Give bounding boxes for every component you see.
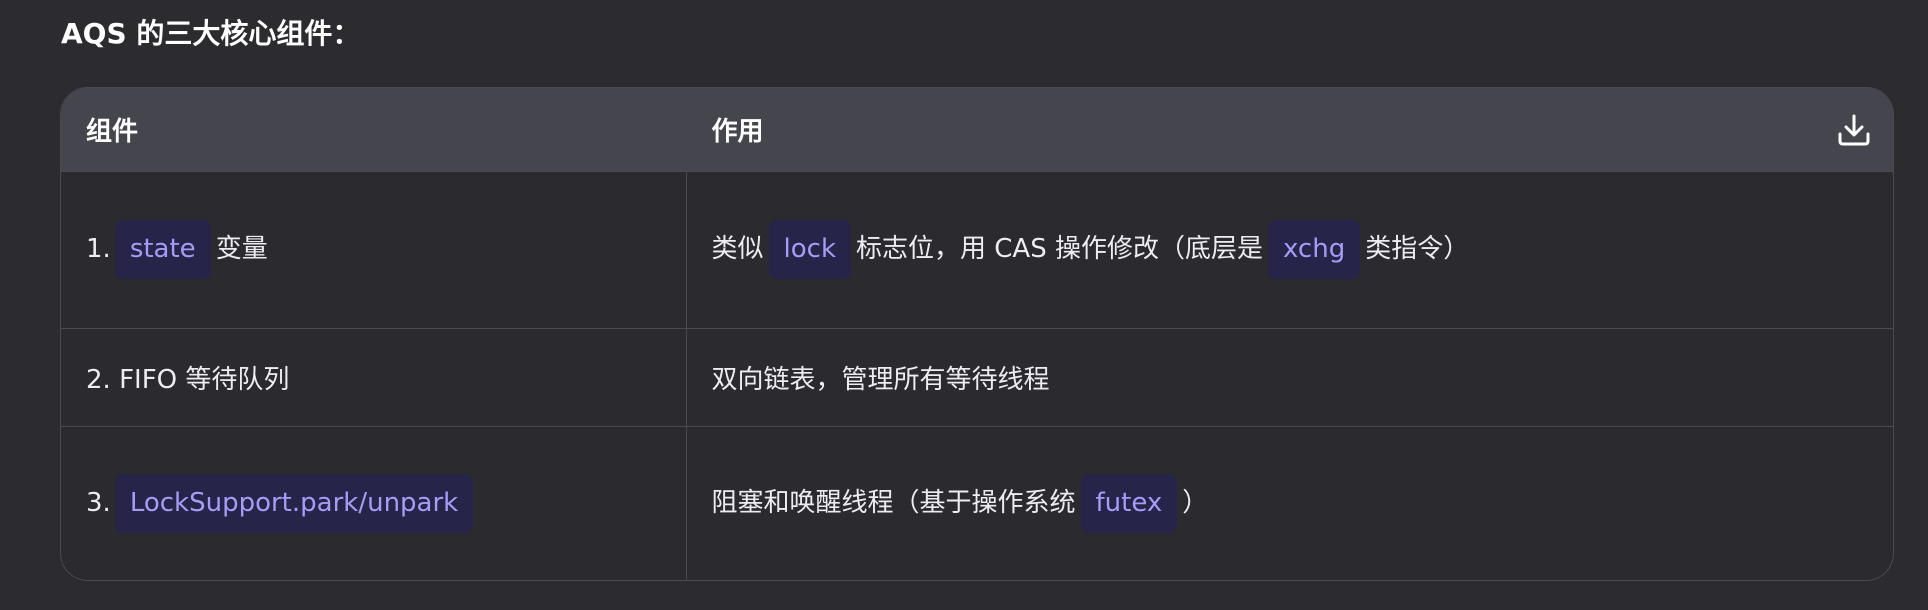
section-heading: AQS 的三大核心组件： <box>61 17 361 50</box>
row2-component: 2. FIFO 等待队列 <box>61 327 687 426</box>
header-component: 组件 <box>61 88 687 171</box>
row1-purpose-part2: 标志位，用 CAS 操作修改（底层是 <box>856 234 1263 264</box>
code-lock: lock <box>768 220 851 279</box>
table-row: 1. state 变量 类似 lock 标志位，用 CAS 操作修改（底层是 xchg 类指… <box>61 170 1893 328</box>
row1-component: 1. state 变量 <box>61 170 687 328</box>
components-table: 组件 作用 1. state 变量 类似 lock 标志位，用 CAS 操作修改… <box>60 87 1894 581</box>
table-row: 2. FIFO 等待队列 双向链表，管理所有等待线程 <box>61 327 1893 426</box>
code-state: state <box>114 220 211 279</box>
row1-purpose-part3: 类指令） <box>1365 234 1470 264</box>
header-purpose-label: 作用 <box>711 116 764 147</box>
table-row: 3. LockSupport.park/unpark 阻塞和唤醒线程（基于操作系统… <box>61 425 1893 580</box>
code-locksupport: LockSupport.park/unpark <box>114 474 474 534</box>
download-icon[interactable] <box>1837 112 1871 148</box>
row3-component: 3. LockSupport.park/unpark <box>61 425 687 580</box>
row3-purpose-part2: ） <box>1182 488 1209 519</box>
row3-purpose: 阻塞和唤醒线程（基于操作系统 futex） <box>686 425 1893 580</box>
header-purpose: 作用 <box>686 88 1893 171</box>
row1-purpose-part1: 类似 <box>711 234 764 264</box>
row3-index: 3. <box>86 488 111 519</box>
row1-suffix: 变量 <box>215 234 268 264</box>
row3-purpose-part1: 阻塞和唤醒线程（基于操作系统 <box>711 488 1076 519</box>
code-xchg: xchg <box>1267 220 1361 279</box>
row2-purpose: 双向链表，管理所有等待线程 <box>686 327 1893 426</box>
code-futex: futex <box>1080 474 1178 534</box>
row1-purpose: 类似 lock 标志位，用 CAS 操作修改（底层是 xchg 类指令） <box>686 170 1893 328</box>
table-header-row: 组件 作用 <box>61 88 1893 171</box>
row1-index: 1. <box>86 234 111 264</box>
